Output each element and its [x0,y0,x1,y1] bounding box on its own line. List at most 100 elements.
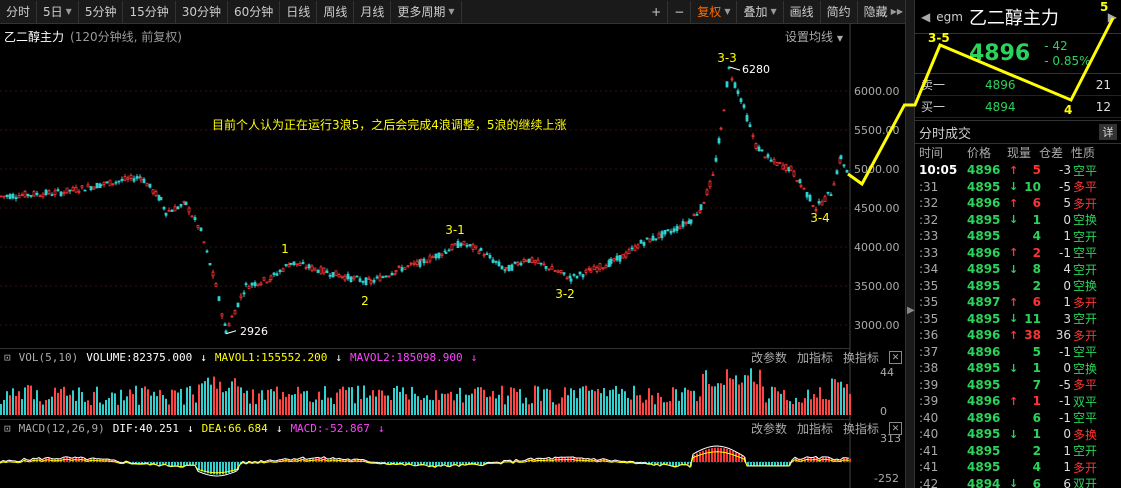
candle-body [275,273,279,276]
candle-body [295,263,299,266]
volume-bar [24,387,26,415]
volume-bar [60,388,62,415]
macd-histogram-bar [705,449,707,462]
candle-body [808,194,812,202]
zoom-out-button[interactable]: − [668,0,692,23]
volume-bar [708,384,710,415]
set-ma-button[interactable]: 设置均线 ▼ [785,28,843,45]
candle-body [789,165,793,171]
candle-body [352,276,356,280]
candle-body [129,174,133,179]
ticks-section-title: 分时成交 详 [915,120,1121,144]
panel-toggle-icon[interactable]: ⊡ [4,422,11,435]
next-instrument-icon[interactable]: ▶ [1108,10,1117,24]
candle-body [689,219,693,224]
tick-time: :36 [919,328,939,343]
detail-button[interactable]: 详 [1099,124,1117,140]
tick-row: :32 4895 ↓ 1 0 空换 [915,212,1121,229]
tick-price: 4895 [967,460,1001,475]
period-intraday[interactable]: 分时 [0,0,38,23]
zoom-in-button[interactable]: + [645,0,669,23]
candle-body [663,229,667,235]
macd-histogram-bar [177,462,179,466]
tick-price: 4896 [967,196,1001,211]
candle-body [544,265,548,269]
candle-body [479,247,483,251]
tick-nature: 空平 [1073,163,1098,178]
volume-bar [831,378,833,415]
volume-bar [369,395,371,415]
close-icon[interactable]: ✕ [889,351,902,364]
volume-bar [204,381,206,415]
volume-bar [804,398,806,415]
macd-histogram-bar [780,462,782,466]
volume-bar [399,391,401,415]
volume-bar [651,395,653,415]
volume-bar [30,385,32,415]
collapse-arrow-icon[interactable]: ▶ [907,305,915,316]
period-15min[interactable]: 15分钟 [123,0,176,23]
candle-body [725,81,729,88]
period-5min[interactable]: 5分钟 [79,0,124,23]
macd-histogram-bar [717,447,719,462]
candle-body [358,278,362,282]
volume-bar [381,390,383,415]
volume-bar [84,401,86,415]
tick-volume: 7 [1032,377,1041,392]
candle-body [584,269,588,273]
modify-params-link[interactable]: 改参数 [751,420,787,437]
candle-body [444,251,448,254]
volume-bar [423,397,425,415]
period-monthly[interactable]: 月线 [354,0,392,23]
period-60min[interactable]: 60分钟 [228,0,281,23]
add-indicator-link[interactable]: 加指标 [797,349,833,366]
period-more[interactable]: 更多周期 ▼ [391,0,462,23]
candle-body [148,183,152,188]
volume-bar [27,385,29,415]
overlay-button[interactable]: 叠加 ▼ [737,0,784,23]
simple-button[interactable]: 简约 [821,0,858,23]
candle-body [230,315,234,318]
volume-bar [177,392,179,415]
volume-bar [171,389,173,415]
candle-body [35,192,39,196]
macd-histogram-bar [753,462,755,466]
panel-toggle-icon[interactable]: ⊡ [4,351,11,364]
tick-price: 4896 [967,410,1001,425]
arrow-down-icon: ↓ [1009,262,1019,276]
macd-histogram-bar [747,462,749,466]
panel-divider[interactable]: ▶ [905,0,915,488]
tick-volume: 11 [1024,311,1041,326]
ticks-list[interactable]: 10:05 4896 ↑ 5 -3 空平:31 4895 ↓ 10 -5 多平:32 4896 ↑ 6 5 多… [915,162,1121,488]
macd-histogram-bar [438,462,440,466]
adjust-button[interactable]: 复权 ▼ [691,0,738,23]
macd-histogram-bar [669,462,671,465]
period-daily[interactable]: 日线 [280,0,318,23]
candle-body [698,209,702,213]
period-weekly[interactable]: 周线 [317,0,355,23]
volume-bar [288,394,290,415]
tick-nature: 空换 [1073,361,1098,376]
add-indicator-link[interactable]: 加指标 [797,420,833,437]
modify-params-link[interactable]: 改参数 [751,349,787,366]
close-icon[interactable]: ✕ [889,422,902,435]
volume-bar [750,368,752,415]
instrument-title: 乙二醇主力 [4,30,65,44]
instrument-name: 乙二醇主力 [968,7,1059,29]
prev-instrument-icon[interactable]: ◀ [921,10,930,24]
period-5day[interactable]: 5日 ▼ [37,0,79,23]
draw-button[interactable]: 画线 [784,0,821,23]
volume-bar [483,389,485,415]
hide-button[interactable]: 隐藏 ▶▶ [858,0,910,23]
candle-body [657,233,661,239]
candle-body [581,274,585,278]
switch-indicator-link[interactable]: 换指标 [843,420,879,437]
tick-time: 10:05 [919,163,958,178]
wave-label: 1 [281,242,289,256]
period-30min[interactable]: 30分钟 [176,0,229,23]
change-pct: - 0.85% [1044,53,1091,68]
switch-indicator-link[interactable]: 换指标 [843,349,879,366]
candle-body [842,164,846,167]
candle-body [233,310,237,315]
volume-bar [507,395,509,415]
